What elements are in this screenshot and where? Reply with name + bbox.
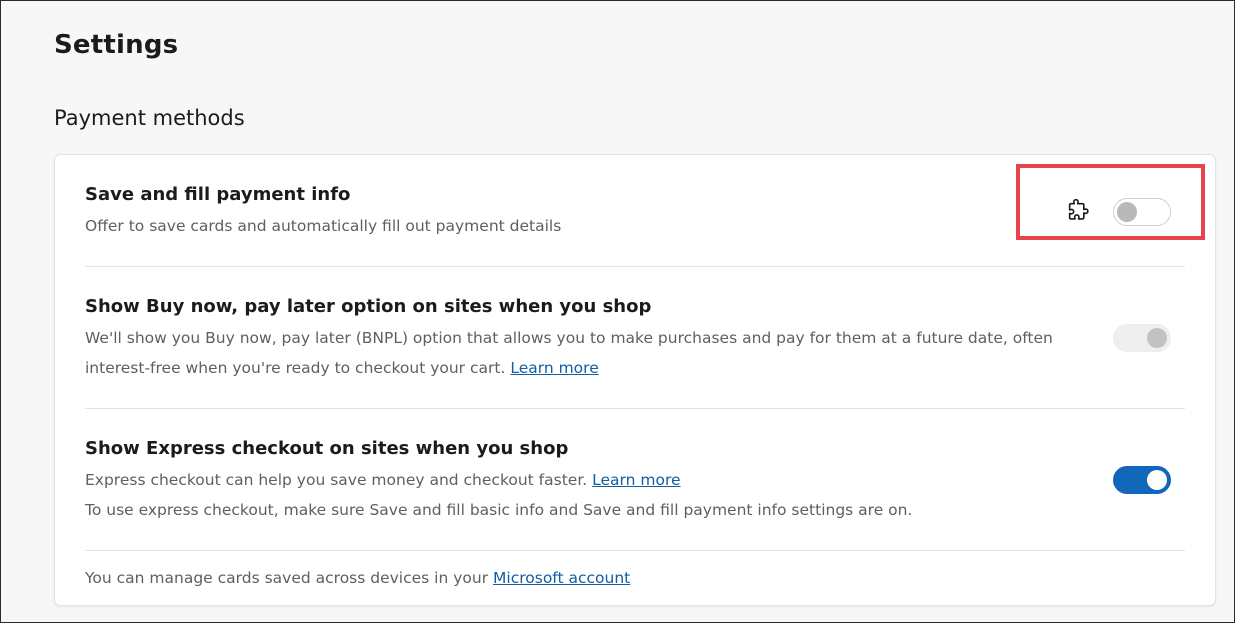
- manage-cards-note: You can manage cards saved across device…: [85, 569, 630, 587]
- setting-description-text: Offer to save cards and automatically fi…: [85, 217, 562, 235]
- setting-description: Express checkout can help you save money…: [85, 465, 1185, 525]
- setting-description-text: Express checkout can help you save money…: [85, 471, 588, 489]
- setting-save-fill-payment: Save and fill payment info Offer to save…: [85, 183, 1185, 241]
- learn-more-link[interactable]: Learn more: [592, 471, 680, 489]
- settings-window: Settings Payment methods Save and fill p…: [0, 0, 1235, 623]
- setting-description: Offer to save cards and automatically fi…: [85, 211, 1185, 241]
- setting-title: Save and fill payment info: [85, 184, 351, 205]
- setting-buy-now-pay-later: Show Buy now, pay later option on sites …: [85, 295, 1185, 383]
- toggle-knob: [1147, 328, 1167, 348]
- setting-description-text: To use express checkout, make sure Save …: [85, 501, 913, 519]
- section-title: Payment methods: [54, 106, 245, 130]
- divider: [85, 266, 1185, 267]
- setting-title: Show Buy now, pay later option on sites …: [85, 296, 652, 317]
- express-checkout-toggle[interactable]: [1113, 466, 1171, 494]
- divider: [85, 408, 1185, 409]
- toggle-knob: [1147, 470, 1167, 490]
- page-title: Settings: [54, 30, 179, 60]
- buy-now-pay-later-toggle[interactable]: [1113, 324, 1171, 352]
- puzzle-piece-icon[interactable]: [1064, 198, 1090, 224]
- divider: [85, 550, 1185, 551]
- microsoft-account-link[interactable]: Microsoft account: [493, 569, 630, 587]
- payment-methods-card: Save and fill payment info Offer to save…: [54, 154, 1216, 606]
- setting-express-checkout: Show Express checkout on sites when you …: [85, 437, 1185, 525]
- manage-cards-text: You can manage cards saved across device…: [85, 569, 489, 587]
- setting-title: Show Express checkout on sites when you …: [85, 438, 569, 459]
- save-fill-payment-toggle[interactable]: [1113, 198, 1171, 226]
- toggle-knob: [1117, 202, 1137, 222]
- learn-more-link[interactable]: Learn more: [510, 359, 598, 377]
- setting-description-text: interest-free when you're ready to check…: [85, 359, 506, 377]
- setting-description-line2: interest-free when you're ready to check…: [85, 353, 1185, 383]
- setting-description: We'll show you Buy now, pay later (BNPL)…: [85, 323, 1185, 383]
- setting-description-line1: Express checkout can help you save money…: [85, 465, 1185, 495]
- setting-description-text: We'll show you Buy now, pay later (BNPL)…: [85, 329, 1053, 347]
